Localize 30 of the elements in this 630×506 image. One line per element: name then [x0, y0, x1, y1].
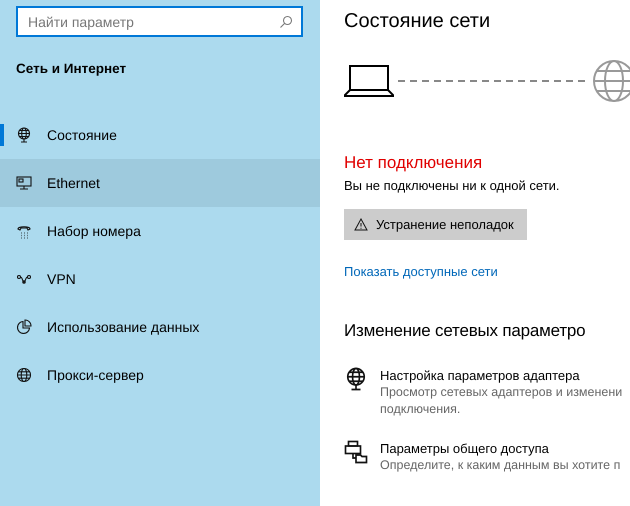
- nav-item[interactable]: Использование данных: [0, 303, 320, 351]
- section-title: Сеть и Интернет: [16, 61, 128, 76]
- setting-link[interactable]: Параметры общего доступа: [380, 440, 620, 457]
- nav-item[interactable]: Состояние: [0, 111, 320, 159]
- search-icon: [279, 15, 293, 29]
- search-field[interactable]: Найти параметр: [16, 6, 303, 37]
- nav-item[interactable]: Прокси-сервер: [0, 351, 320, 399]
- pie-chart-icon: [16, 319, 32, 335]
- setting-description: Определите, к каким данным вы хотите п: [380, 457, 620, 474]
- setting-description: подключения.: [380, 401, 462, 418]
- globe-monitor-icon: [344, 367, 368, 391]
- status-title: Нет подключения: [344, 153, 484, 173]
- status-text: Вы не подключены ни к одной сети.: [344, 178, 561, 193]
- section-heading: Изменение сетевых параметро: [344, 321, 586, 341]
- phone-icon: [16, 223, 32, 239]
- nav-item[interactable]: Набор номера: [0, 207, 320, 255]
- nav-item[interactable]: Ethernet: [0, 159, 320, 207]
- page-title: Состояние сети: [344, 10, 492, 33]
- setting-link[interactable]: Настройка параметров адаптера: [380, 367, 622, 384]
- ethernet-icon: [16, 175, 32, 191]
- setting-description: Просмотр сетевых адаптеров и изменени: [380, 384, 622, 401]
- globe-icon: [16, 367, 32, 383]
- troubleshoot-button[interactable]: Устранение неполадок: [344, 209, 527, 240]
- available-networks-link[interactable]: Показать доступные сети: [344, 264, 498, 279]
- globe-monitor-icon: [16, 127, 32, 143]
- globe-icon: [592, 59, 630, 103]
- nav-item[interactable]: VPN: [0, 255, 320, 303]
- warning-icon: [354, 218, 368, 231]
- printer-folder-icon: [344, 440, 368, 464]
- laptop-icon: [344, 65, 394, 97]
